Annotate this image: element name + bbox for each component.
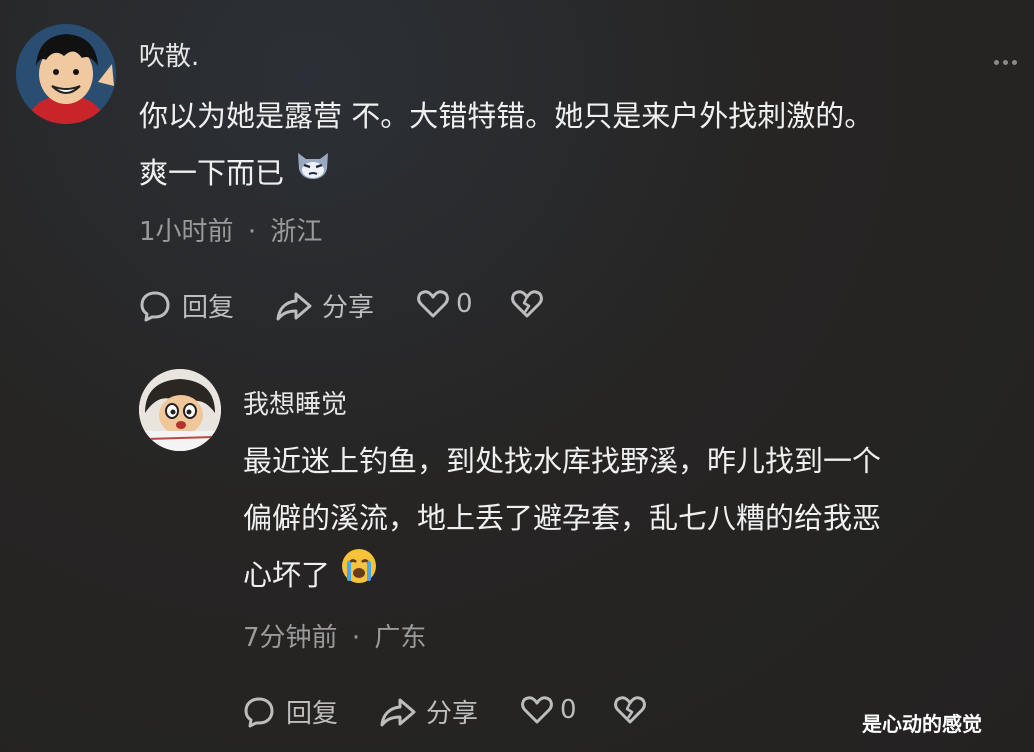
reply-time: 7分钟前	[243, 623, 338, 653]
reply-share-button[interactable]: 分享	[378, 693, 478, 730]
avatar[interactable]	[16, 24, 116, 124]
share-arrow-icon	[276, 292, 312, 320]
comment-body: 你以为她是露营 不。大错特错。她只是来户外找刺激的。 爽一下而已	[139, 88, 873, 202]
reply-reply-button[interactable]: 回复	[242, 693, 338, 730]
more-options-icon[interactable]	[994, 60, 1017, 65]
avatar-image	[16, 24, 116, 124]
reply-meta: 7分钟前 · 广东	[243, 617, 426, 654]
reply-button[interactable]: 回复	[138, 287, 234, 324]
comment-time: 1小时前	[139, 217, 234, 247]
comment-username[interactable]: 吹散.	[139, 36, 199, 73]
like-button[interactable]: 0	[416, 287, 473, 321]
reply-body: 最近迷上钓鱼，到处找水库找野溪，昨儿找到一个 偏僻的溪流，地上丢了避孕套，乱七八…	[243, 433, 881, 604]
comment-text-line: 你以为她是露营 不。大错特错。她只是来户外找刺激的。	[139, 99, 874, 133]
watermark: 是心动的感觉	[862, 712, 982, 736]
reply-text-line: 最近迷上钓鱼，到处找水库找野溪，昨儿找到一个	[243, 444, 882, 478]
meta-separator: ·	[351, 623, 361, 653]
reply-text-line-3-text: 心坏了	[243, 558, 331, 592]
comment-region: 浙江	[270, 217, 323, 247]
heart-icon	[417, 290, 449, 318]
crying-face-icon	[340, 547, 378, 604]
reply-avatar-image	[139, 369, 221, 451]
comment-text-line-2: 爽一下而已	[139, 145, 873, 202]
comment-text-line-2-text: 爽一下而已	[139, 156, 285, 190]
reply-dislike-button[interactable]	[613, 693, 647, 727]
reply-text-line-3: 心坏了	[243, 547, 881, 604]
like-count: 0	[560, 695, 577, 725]
reply-label: 回复	[286, 699, 339, 729]
reply-text-line-2: 偏僻的溪流，地上丢了避孕套，乱七八糟的给我恶	[243, 501, 882, 535]
comment-meta: 1小时前 · 浙江	[139, 211, 322, 248]
like-count: 0	[456, 289, 473, 319]
meta-separator: ·	[247, 217, 257, 247]
share-label: 分享	[426, 699, 479, 729]
reply-avatar[interactable]	[139, 369, 221, 451]
broken-heart-icon	[614, 696, 646, 724]
reply-like-button[interactable]: 0	[520, 693, 577, 727]
share-button[interactable]: 分享	[274, 287, 374, 324]
speech-bubble-icon	[244, 697, 274, 727]
broken-heart-icon	[511, 290, 543, 318]
reply-username[interactable]: 我想睡觉	[243, 384, 347, 421]
reply-label: 回复	[182, 293, 235, 323]
reply-region: 广东	[374, 623, 427, 653]
share-arrow-icon	[380, 698, 416, 726]
heart-icon	[521, 696, 553, 724]
cat-face-icon	[294, 145, 332, 202]
speech-bubble-icon	[140, 291, 170, 321]
share-label: 分享	[322, 293, 375, 323]
dislike-button[interactable]	[510, 287, 544, 321]
